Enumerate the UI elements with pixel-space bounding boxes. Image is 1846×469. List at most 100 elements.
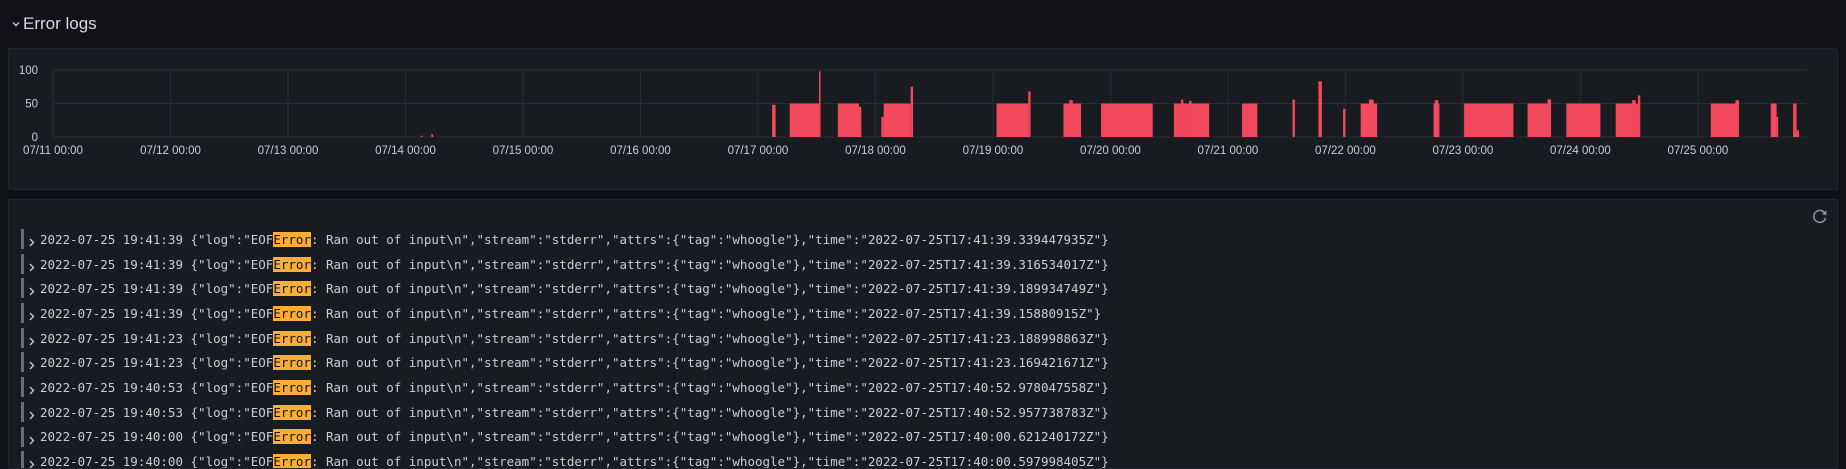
chart-bar [819, 71, 821, 137]
log-message-prefix: {"log":"EOF [183, 330, 274, 346]
log-level-indicator [21, 327, 24, 348]
log-message-rest: : Ran out of input\n","stream":"stderr",… [310, 281, 1109, 297]
x-tick-label: 07/15 00:00 [493, 145, 554, 157]
chart-bar [1028, 91, 1031, 137]
chart-bar [837, 103, 860, 137]
x-tick-label: 07/19 00:00 [963, 145, 1024, 157]
chart-bar [1242, 103, 1258, 137]
log-row[interactable]: 2022-07-25 19:41:23 {"log":"EOF Error: Ra… [21, 350, 1109, 375]
x-tick-label: 07/25 00:00 [1668, 145, 1729, 157]
chart-bar [431, 134, 434, 137]
log-message-prefix: {"log":"EOF [183, 281, 274, 297]
log-search-highlight: Error [273, 355, 311, 371]
row-header-error-logs[interactable]: Error logs [0, 0, 1846, 48]
log-message-prefix: {"log":"EOF [183, 454, 274, 469]
chart-bar [1434, 100, 1439, 137]
chart-bar [1101, 103, 1153, 137]
x-tick-label: 07/18 00:00 [845, 145, 906, 157]
chart-bar [1292, 99, 1295, 137]
x-tick-label: 07/12 00:00 [140, 145, 201, 157]
chart-bar [1735, 100, 1740, 137]
log-timestamp: 2022-07-25 19:40:00 [40, 429, 183, 445]
chart-bar [1776, 116, 1779, 137]
logs-panel: 2022-07-25 19:41:39 {"log":"EOF Error: Ra… [8, 199, 1838, 469]
log-search-highlight: Error [273, 454, 311, 469]
chevron-right-icon[interactable] [27, 431, 37, 445]
chevron-right-icon[interactable] [27, 406, 37, 420]
refresh-icon[interactable] [1811, 207, 1829, 225]
x-tick-label: 07/23 00:00 [1433, 145, 1494, 157]
chart-bar [859, 106, 862, 137]
log-timestamp: 2022-07-25 19:41:23 [40, 355, 183, 371]
log-level-indicator [21, 229, 24, 249]
chevron-right-icon[interactable] [27, 356, 37, 370]
chevron-down-icon[interactable] [10, 18, 22, 30]
log-row[interactable]: 2022-07-25 19:40:00 {"log":"EOF Error: Ra… [21, 425, 1109, 450]
log-search-highlight: Error [273, 305, 311, 321]
log-timestamp: 2022-07-25 19:41:23 [40, 330, 183, 346]
chart-bar [1189, 100, 1192, 137]
log-row[interactable]: 2022-07-25 19:41:39 {"log":"EOF Error: Ra… [21, 276, 1109, 301]
chevron-right-icon[interactable] [27, 233, 37, 247]
x-tick-label: 07/22 00:00 [1315, 145, 1376, 157]
chart-bar [1368, 99, 1374, 137]
log-message-rest: : Ran out of input\n","stream":"stderr",… [310, 256, 1109, 272]
chart-bar [1770, 103, 1777, 137]
log-search-highlight: Error [273, 281, 311, 297]
log-row[interactable]: 2022-07-25 19:41:23 {"log":"EOF Error: Ra… [21, 326, 1109, 351]
log-row[interactable]: 2022-07-25 19:40:53 {"log":"EOF Error: Ra… [21, 400, 1109, 425]
log-message-rest: : Ran out of input\n","stream":"stderr",… [310, 379, 1109, 395]
chevron-right-icon[interactable] [27, 258, 37, 272]
log-volume-chart: 100 50 0 07/11 00:00 07/12 00:00 07/13 00:00… [19, 65, 1806, 157]
log-search-highlight: Error [273, 256, 311, 272]
chart-bar [1793, 103, 1797, 137]
log-message-rest: : Ran out of input\n","stream":"stderr",… [310, 429, 1109, 445]
log-message-prefix: {"log":"EOF [183, 429, 274, 445]
log-level-indicator [21, 253, 24, 274]
chart-bar [1464, 103, 1514, 137]
log-row[interactable]: 2022-07-25 19:40:00 {"log":"EOF Error: Ra… [21, 449, 1109, 469]
chart-bar [1637, 95, 1641, 137]
log-message-prefix: {"log":"EOF [183, 379, 274, 395]
log-level-indicator [21, 278, 24, 299]
log-message-rest: : Ran out of input\n","stream":"stderr",… [310, 231, 1109, 247]
chart-bar [1547, 99, 1552, 137]
chart-bar [883, 103, 911, 137]
chart-bar [1527, 103, 1550, 137]
log-lines: 2022-07-25 19:41:39 {"log":"EOF Error: Ra… [21, 227, 1109, 469]
y-tick-label: 50 [25, 99, 38, 111]
chevron-right-icon[interactable] [27, 332, 37, 346]
log-search-highlight: Error [273, 429, 311, 445]
log-timestamp: 2022-07-25 19:40:53 [40, 379, 183, 395]
chart-bar [1318, 81, 1322, 137]
chevron-right-icon[interactable] [27, 455, 37, 468]
log-timestamp: 2022-07-25 19:41:39 [40, 256, 183, 272]
x-tick-label: 07/20 00:00 [1080, 145, 1141, 157]
log-row[interactable]: 2022-07-25 19:40:53 {"log":"EOF Error: Ra… [21, 375, 1109, 400]
chart-bars [420, 71, 1799, 137]
histogram-panel: 100 50 0 07/11 00:00 07/12 00:00 07/13 00:00… [8, 48, 1838, 190]
chevron-right-icon[interactable] [27, 282, 37, 296]
chart-bar [789, 103, 820, 137]
log-level-indicator [21, 303, 24, 324]
log-row[interactable]: 2022-07-25 19:41:39 {"log":"EOF Error: Ra… [21, 301, 1109, 326]
y-axis: 100 50 0 [19, 65, 38, 144]
log-row[interactable]: 2022-07-25 19:41:39 {"log":"EOF Error: Ra… [21, 227, 1109, 252]
chevron-right-icon[interactable] [27, 307, 37, 321]
log-level-indicator [21, 401, 24, 422]
chart-bar [910, 86, 914, 137]
log-level-indicator [21, 377, 24, 398]
log-search-highlight: Error [273, 379, 311, 395]
chevron-right-icon[interactable] [27, 381, 37, 395]
chart-bar [773, 118, 776, 137]
log-message-prefix: {"log":"EOF [183, 305, 274, 321]
x-tick-label: 07/17 00:00 [728, 145, 789, 157]
log-search-highlight: Error [273, 330, 311, 346]
chart-bar [1632, 100, 1636, 137]
log-row[interactable]: 2022-07-25 19:41:39 {"log":"EOF Error: Ra… [21, 252, 1109, 277]
log-message-prefix: {"log":"EOF [183, 256, 274, 272]
chart-bar [996, 103, 1029, 137]
log-timestamp: 2022-07-25 19:41:39 [40, 305, 183, 321]
chart-bar [1343, 108, 1346, 137]
chart-bar [1710, 103, 1740, 137]
